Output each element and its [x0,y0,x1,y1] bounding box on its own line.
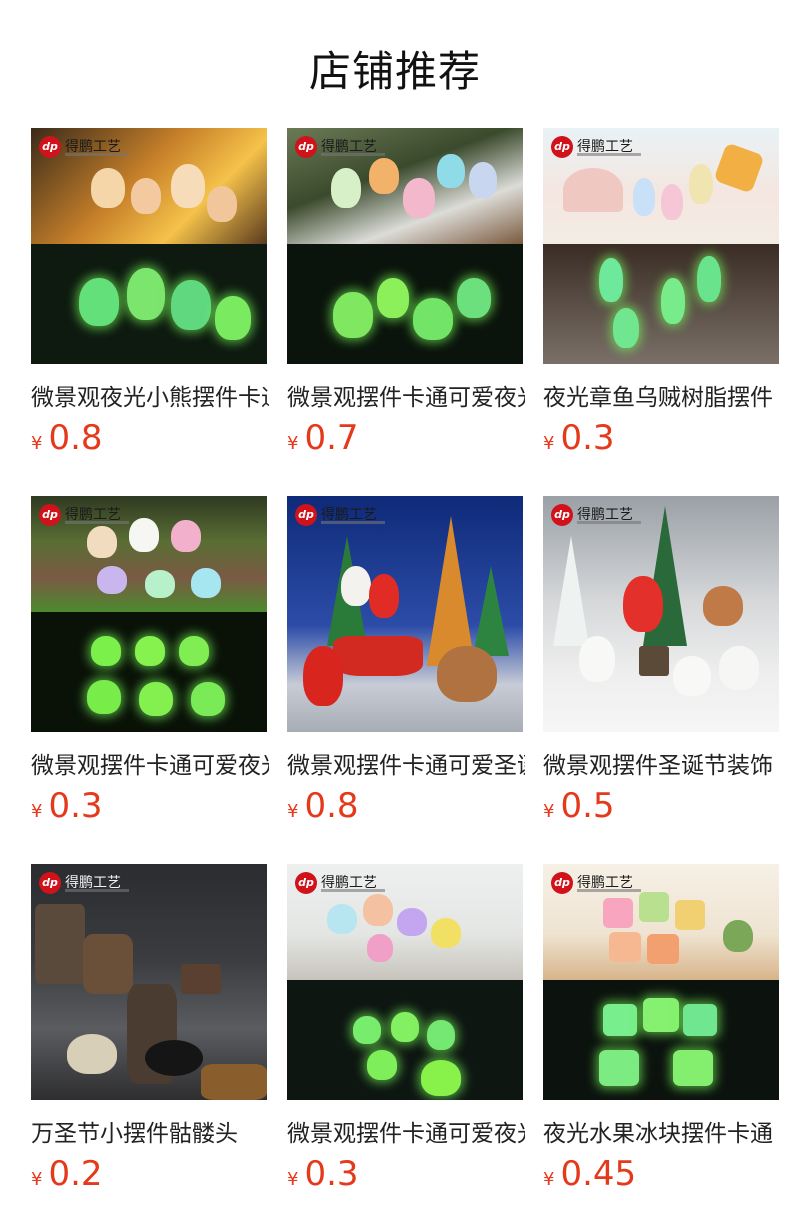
product-image[interactable]: dp 得鹏工艺 [543,864,779,1100]
brand-logo: dp 得鹏工艺 [39,134,131,162]
product-card[interactable]: dp 得鹏工艺 微景观摆件卡通可爱圣诞老人 ¥0.8 [287,496,525,836]
brand-logo-icon: dp [551,504,573,526]
product-name[interactable]: 微景观摆件圣诞节装饰 [543,746,781,780]
product-price: ¥0.3 [31,786,103,826]
brand-logo-icon: dp [295,136,317,158]
brand-logo-icon: dp [551,872,573,894]
brand-logo: dp 得鹏工艺 [551,502,643,530]
brand-logo-icon: dp [39,136,61,158]
product-card[interactable]: dp 得鹏工艺 微景观摆件卡通可爱夜光鸭子 ¥0.3 [287,864,525,1204]
product-price: ¥0.8 [31,418,103,458]
product-name[interactable]: 微景观摆件卡通可爱夜光恐龙 [287,378,525,412]
brand-logo-icon: dp [39,504,61,526]
product-image[interactable]: dp 得鹏工艺 [543,128,779,364]
product-image[interactable]: dp 得鹏工艺 [287,864,523,1100]
product-card[interactable]: dp 得鹏工艺 微景观夜光小熊摆件卡通可爱 ¥0.8 [31,128,269,468]
product-card[interactable]: dp 得鹏工艺 夜光水果冰块摆件卡通 ¥0.45 [543,864,779,1204]
brand-logo: dp 得鹏工艺 [39,502,131,530]
product-name[interactable]: 微景观摆件卡通可爱圣诞老人 [287,746,525,780]
section-title: 店铺推荐 [308,47,481,96]
product-image[interactable]: dp 得鹏工艺 [31,864,267,1100]
section-header: 店铺推荐 [0,0,790,128]
product-name[interactable]: 夜光水果冰块摆件卡通 [543,1114,781,1148]
brand-logo: dp 得鹏工艺 [551,870,643,898]
product-name[interactable]: 万圣节小摆件骷髅头 [31,1114,269,1148]
product-name[interactable]: 微景观摆件卡通可爱夜光幽灵 [31,746,269,780]
brand-logo: dp 得鹏工艺 [295,134,387,162]
product-image[interactable]: dp 得鹏工艺 [287,128,523,364]
product-card[interactable]: dp 得鹏工艺 夜光章鱼乌贼树脂摆件 ¥0.3 [543,128,779,468]
product-name[interactable]: 微景观摆件卡通可爱夜光鸭子 [287,1114,525,1148]
product-card[interactable]: dp 得鹏工艺 微景观摆件圣诞节装饰 ¥0.5 [543,496,779,836]
product-card[interactable]: dp 得鹏工艺 微景观摆件卡通可爱夜光恐龙 ¥0.7 [287,128,525,468]
brand-logo-icon: dp [295,872,317,894]
product-price: ¥0.3 [287,1154,359,1194]
product-image[interactable]: dp 得鹏工艺 [31,496,267,732]
product-price: ¥0.3 [543,418,615,458]
product-card[interactable]: dp 得鹏工艺 微景观摆件卡通可爱夜光幽灵 ¥0.3 [31,496,269,836]
brand-logo-icon: dp [551,136,573,158]
brand-logo: dp 得鹏工艺 [295,502,387,530]
product-grid: dp 得鹏工艺 微景观夜光小熊摆件卡通可爱 ¥0.8 dp 得鹏工艺 [31,128,790,1228]
brand-logo-icon: dp [39,872,61,894]
product-image[interactable]: dp 得鹏工艺 [31,128,267,364]
product-price: ¥0.8 [287,786,359,826]
brand-logo: dp 得鹏工艺 [295,870,387,898]
product-card[interactable]: dp 得鹏工艺 万圣节小摆件骷髅头 ¥0.2 [31,864,267,1204]
product-price: ¥0.45 [543,1154,637,1194]
product-price: ¥0.7 [287,418,359,458]
brand-logo: dp 得鹏工艺 [551,134,643,162]
product-name[interactable]: 夜光章鱼乌贼树脂摆件 [543,378,781,412]
brand-logo: dp 得鹏工艺 [39,870,131,898]
product-price: ¥0.2 [31,1154,103,1194]
product-image[interactable]: dp 得鹏工艺 [287,496,523,732]
product-name[interactable]: 微景观夜光小熊摆件卡通可爱 [31,378,269,412]
product-image[interactable]: dp 得鹏工艺 [543,496,779,732]
product-price: ¥0.5 [543,786,615,826]
brand-logo-icon: dp [295,504,317,526]
